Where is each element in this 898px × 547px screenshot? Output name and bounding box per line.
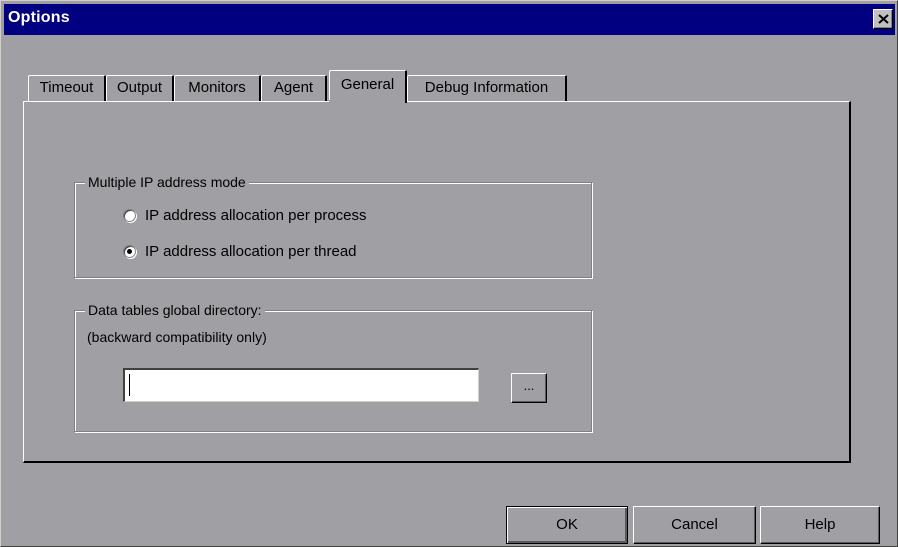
- data-tables-directory-input[interactable]: [123, 368, 479, 402]
- radio-button[interactable]: [123, 208, 136, 222]
- browse-button[interactable]: ...: [511, 373, 547, 403]
- options-dialog: Options Timeout Output Monitors Agent Ge…: [0, 0, 898, 547]
- tab-debug-information[interactable]: Debug Information: [407, 75, 567, 101]
- tab-label: Timeout: [39, 79, 94, 96]
- cancel-button[interactable]: Cancel: [633, 506, 756, 544]
- help-button[interactable]: Help: [760, 506, 880, 544]
- data-tables-group: Data tables global directory: (backward …: [74, 301, 592, 432]
- tab-label: Monitors: [188, 79, 246, 96]
- radio-selected-dot: [127, 248, 132, 254]
- ok-button[interactable]: OK: [506, 506, 628, 544]
- close-icon: [878, 14, 889, 24]
- radio-per-thread[interactable]: IP address allocation per thread: [123, 241, 357, 261]
- ip-mode-group-label: Multiple IP address mode: [85, 173, 249, 191]
- tab-panel-general: Multiple IP address mode IP address allo…: [23, 101, 851, 463]
- active-tab-joint: [329, 100, 405, 103]
- tab-timeout[interactable]: Timeout: [28, 75, 106, 101]
- close-button[interactable]: [873, 9, 893, 29]
- radio-button[interactable]: [123, 244, 136, 258]
- tab-label: Debug Information: [424, 79, 549, 96]
- window-title: Options: [8, 9, 70, 26]
- tab-monitors[interactable]: Monitors: [174, 75, 261, 101]
- text-caret: [129, 374, 130, 396]
- tab-label: Agent: [273, 79, 314, 96]
- tab-label: Output: [116, 79, 163, 96]
- tab-agent[interactable]: Agent: [261, 75, 327, 101]
- radio-per-process[interactable]: IP address allocation per process: [123, 205, 367, 225]
- tab-general[interactable]: General: [329, 70, 407, 103]
- radio-label: IP address allocation per process: [145, 206, 367, 224]
- data-tables-group-label: Data tables global directory:: [85, 301, 265, 319]
- tab-output[interactable]: Output: [106, 75, 174, 101]
- tab-label: General: [340, 76, 395, 93]
- radio-label: IP address allocation per thread: [145, 242, 357, 260]
- ip-mode-group: Multiple IP address mode IP address allo…: [74, 173, 592, 278]
- data-tables-sublabel: (backward compatibility only): [87, 329, 267, 345]
- title-bar[interactable]: Options: [4, 4, 895, 35]
